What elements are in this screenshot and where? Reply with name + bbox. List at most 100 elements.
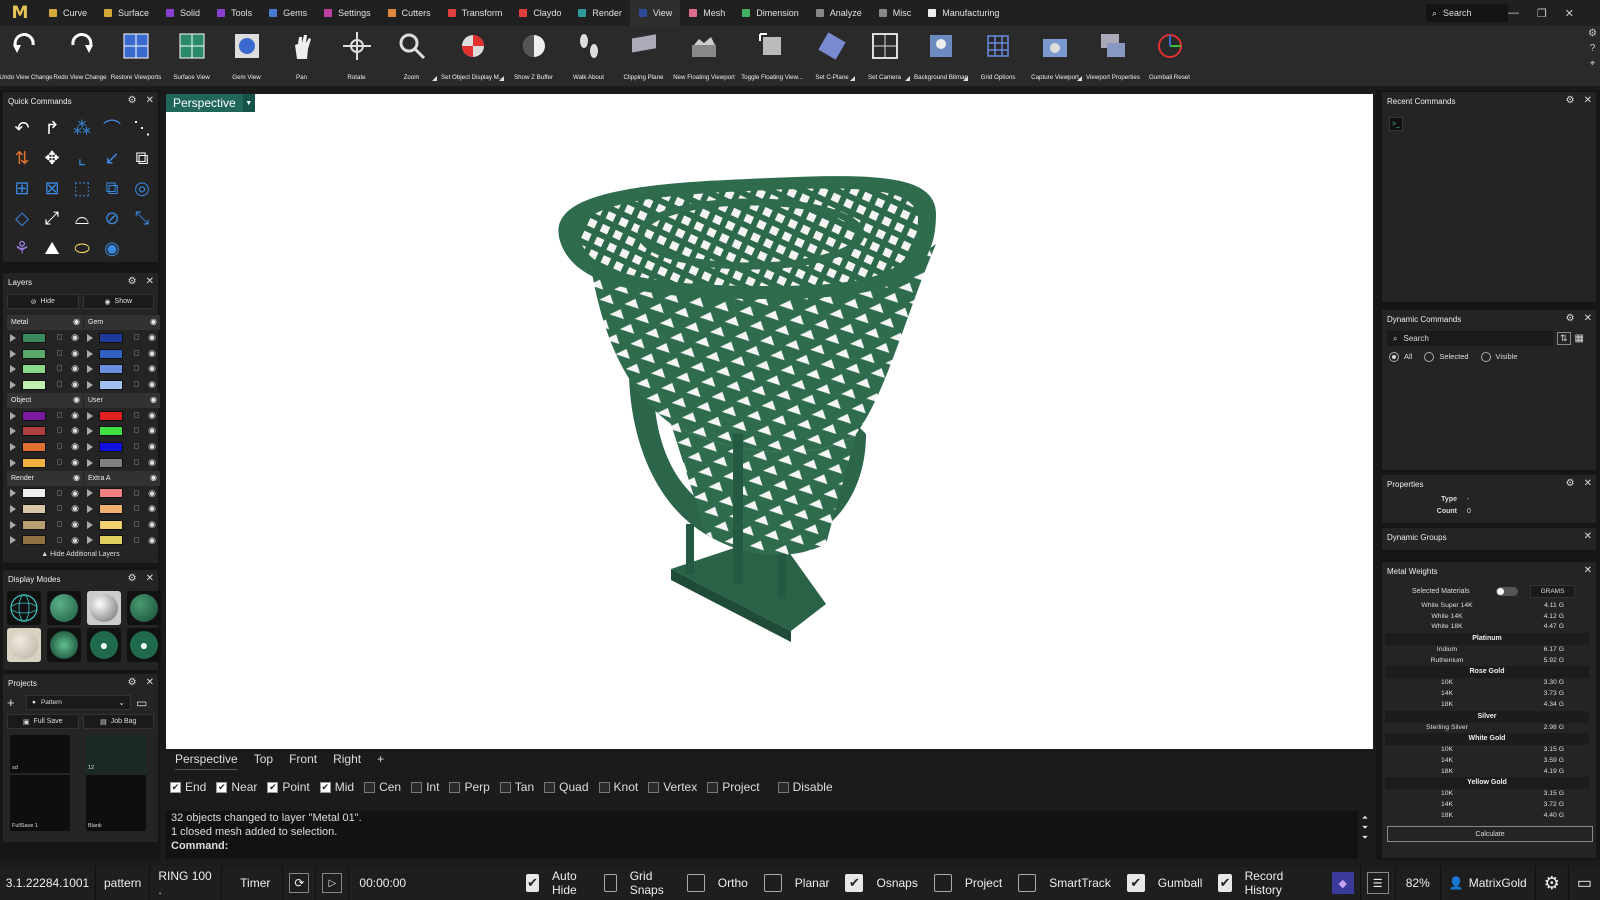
- expand-icon[interactable]: [10, 411, 16, 420]
- expand-icon[interactable]: [10, 536, 16, 545]
- osnap-checkbox[interactable]: [777, 781, 789, 793]
- osnap-checkbox[interactable]: ✔: [216, 781, 228, 793]
- eye-icon[interactable]: ◉: [148, 363, 156, 374]
- quick-command-icon[interactable]: ◎: [127, 173, 157, 203]
- eye-icon[interactable]: ◉: [71, 535, 79, 546]
- ring-model[interactable]: [166, 94, 1373, 749]
- tool-set-camera[interactable]: Set Camera: [857, 26, 912, 86]
- eye-icon[interactable]: ◉: [71, 363, 79, 374]
- radio-icon[interactable]: [1424, 352, 1435, 363]
- layer-color-swatch[interactable]: [99, 504, 123, 515]
- status-toggle-auto-hide[interactable]: ✔ Auto Hide: [526, 869, 588, 897]
- command-area[interactable]: 32 objects changed to layer "Metal 01". …: [166, 811, 1358, 859]
- close-icon[interactable]: ✕: [1584, 478, 1592, 489]
- tool-clipping-plane[interactable]: Clipping Plane: [616, 26, 671, 86]
- viewport-tab-perspective[interactable]: Perspective: [175, 752, 238, 770]
- minimize-button[interactable]: —: [1508, 7, 1519, 19]
- eye-icon[interactable]: ◉: [73, 317, 80, 326]
- layer-group-header[interactable]: Metal ◉: [7, 315, 83, 330]
- folder-icon[interactable]: ▭: [136, 696, 147, 710]
- radio-icon[interactable]: [1389, 352, 1399, 363]
- layer-color-swatch[interactable]: [99, 488, 123, 499]
- layer-color-swatch[interactable]: [99, 379, 123, 390]
- tool-new-floating-viewport[interactable]: New Floating Viewport: [671, 26, 737, 86]
- quick-command-icon[interactable]: ⬭: [67, 233, 97, 263]
- menu-tab-solid[interactable]: Solid: [157, 0, 208, 26]
- flyout-corner-icon[interactable]: [1077, 76, 1082, 81]
- menu-tab-surface[interactable]: Surface: [95, 0, 157, 26]
- layer-color-swatch[interactable]: [22, 457, 46, 468]
- eye-icon[interactable]: ◉: [71, 503, 79, 514]
- tool-walk-about[interactable]: Walk About: [561, 26, 616, 86]
- expand-icon[interactable]: [87, 505, 93, 514]
- chat-icon[interactable]: ▭: [1577, 873, 1592, 893]
- expand-icon[interactable]: [10, 427, 16, 436]
- display-mode-clay[interactable]: [7, 628, 41, 662]
- close-icon[interactable]: ✕: [1584, 95, 1592, 106]
- eye-icon[interactable]: ◉: [73, 473, 80, 482]
- layer-row[interactable]: ◉: [7, 486, 83, 502]
- tool-surface-view[interactable]: Surface View: [164, 26, 219, 86]
- status-checkbox[interactable]: [763, 874, 782, 892]
- quick-command-icon[interactable]: ⧉: [127, 143, 157, 173]
- top-search-box[interactable]: ⌕ Search: [1426, 4, 1508, 22]
- tool-capture-viewport[interactable]: Capture Viewport: [1026, 26, 1084, 86]
- display-mode-user-1[interactable]: ●: [87, 628, 121, 662]
- terminal-icon[interactable]: >_: [1389, 117, 1403, 131]
- layer-row[interactable]: ◉: [84, 486, 160, 502]
- layer-row[interactable]: ◉: [84, 361, 160, 377]
- scroll-down-icon[interactable]: ⏷: [1362, 823, 1368, 833]
- status-checkbox[interactable]: [1018, 874, 1037, 892]
- close-icon[interactable]: ✕: [1584, 565, 1592, 576]
- layer-row[interactable]: ◉: [7, 439, 83, 455]
- quick-command-icon[interactable]: ✥: [37, 143, 67, 173]
- layer-row[interactable]: ◉: [84, 439, 160, 455]
- eye-icon[interactable]: ◉: [148, 332, 156, 343]
- lock-icon[interactable]: [57, 520, 62, 527]
- lock-icon[interactable]: [134, 381, 139, 388]
- settings-icon[interactable]: ⚙: [1544, 873, 1560, 894]
- viewport-tab-front[interactable]: Front: [289, 752, 317, 770]
- layer-color-swatch[interactable]: [99, 332, 123, 343]
- eye-icon[interactable]: ◉: [148, 457, 156, 468]
- quick-command-icon[interactable]: ⧉: [97, 173, 127, 203]
- filter-all[interactable]: All: [1389, 352, 1412, 363]
- quick-command-icon[interactable]: ⊞: [7, 173, 37, 203]
- eye-icon[interactable]: ◉: [71, 332, 79, 343]
- layer-row[interactable]: ◉: [7, 330, 83, 346]
- display-mode-artistic[interactable]: [47, 628, 81, 662]
- expand-icon[interactable]: [87, 349, 93, 358]
- menu-tab-render[interactable]: Render: [569, 0, 630, 26]
- osnap-end[interactable]: ✔ End: [170, 780, 206, 794]
- quick-command-icon[interactable]: ↶: [7, 113, 37, 143]
- menu-tab-dimension[interactable]: Dimension: [733, 0, 807, 26]
- layer-row[interactable]: ◉: [84, 533, 160, 549]
- radio-icon[interactable]: [1480, 352, 1491, 363]
- close-icon[interactable]: ✕: [146, 677, 154, 688]
- quick-command-icon[interactable]: ⊘: [97, 203, 127, 233]
- status-toggle-gumball[interactable]: ✔ Gumball: [1126, 874, 1202, 892]
- layer-color-swatch[interactable]: [99, 410, 123, 421]
- user-name[interactable]: MatrixGold: [1469, 876, 1527, 890]
- status-checkbox[interactable]: [933, 874, 952, 892]
- eye-icon[interactable]: ◉: [150, 317, 157, 326]
- filter-selected[interactable]: Selected: [1424, 352, 1469, 363]
- eye-icon[interactable]: ◉: [148, 410, 156, 421]
- gear-icon[interactable]: ⚙: [128, 95, 137, 106]
- layers-list-icon[interactable]: ☰: [1366, 872, 1389, 894]
- quick-command-icon[interactable]: ⊠: [37, 173, 67, 203]
- layer-group-header[interactable]: User ◉: [84, 392, 160, 408]
- quick-command-icon[interactable]: ⌓: [67, 203, 97, 233]
- layer-row[interactable]: ◉: [7, 517, 83, 533]
- tool-pan[interactable]: Pan: [274, 26, 329, 86]
- osnap-point[interactable]: ✔ Point: [267, 780, 310, 794]
- gear-icon[interactable]: ⚙: [128, 276, 137, 287]
- lock-icon[interactable]: [134, 505, 139, 512]
- sort-icon[interactable]: ⇅: [1557, 332, 1571, 345]
- layer-color-swatch[interactable]: [99, 426, 123, 437]
- osnap-checkbox[interactable]: [544, 781, 556, 793]
- close-icon[interactable]: ✕: [146, 95, 154, 106]
- close-icon[interactable]: ✕: [1584, 531, 1592, 542]
- layer-group-header[interactable]: Extra A ◉: [84, 470, 160, 486]
- tool-zoom[interactable]: Zoom: [384, 26, 439, 86]
